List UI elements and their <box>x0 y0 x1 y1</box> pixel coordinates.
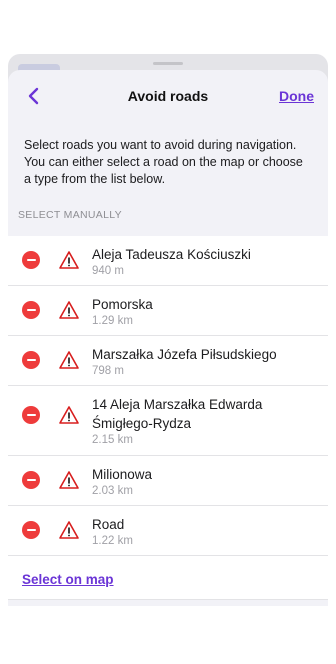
warning-triangle-icon <box>59 301 79 319</box>
road-row[interactable]: Milionowa 2.03 km <box>8 456 328 506</box>
road-name: Road <box>92 517 125 532</box>
warning-triangle-icon <box>59 351 79 369</box>
warning-triangle-icon <box>59 251 79 269</box>
row-icons <box>8 295 92 335</box>
road-row[interactable]: Aleja Tadeusza Kościuszki 940 m <box>8 236 328 286</box>
sheet-grabber[interactable] <box>153 62 183 65</box>
warning-triangle-icon <box>59 521 79 539</box>
road-row[interactable]: 14 Aleja Marszałka Edwarda Śmigłego-Rydz… <box>8 386 328 456</box>
row-icons <box>8 465 92 505</box>
description-text: Select roads you want to avoid during na… <box>24 138 303 186</box>
road-distance: 2.15 km <box>92 434 133 446</box>
road-name: Milionowa <box>92 467 153 482</box>
section-header: SELECT MANUALLY <box>18 209 122 221</box>
select-on-map-link[interactable]: Select on map <box>22 572 114 587</box>
done-button[interactable]: Done <box>279 88 314 104</box>
road-list: Aleja Tadeusza Kościuszki 940 m Pomorska 1.… <box>8 236 328 556</box>
nav-bar: Avoid roads Done <box>8 70 328 122</box>
road-name: Marszałka Józefa Piłsudskiego <box>92 347 277 362</box>
road-row[interactable]: Road 1.22 km <box>8 506 328 556</box>
road-text: 14 Aleja Marszałka Edwarda Śmigłego-Rydz… <box>92 395 328 448</box>
road-row[interactable]: Marszałka Józefa Piłsudskiego 798 m <box>8 336 328 386</box>
row-icons <box>8 395 92 455</box>
row-icons <box>8 345 92 385</box>
minus-circle-icon[interactable] <box>22 351 40 369</box>
warning-triangle-icon <box>59 471 79 489</box>
minus-circle-icon[interactable] <box>22 521 40 539</box>
road-distance: 2.03 km <box>92 485 133 497</box>
minus-circle-icon[interactable] <box>22 251 40 269</box>
road-row[interactable]: Pomorska 1.29 km <box>8 286 328 336</box>
road-text: Aleja Tadeusza Kościuszki 940 m <box>92 245 328 279</box>
road-name: Aleja Tadeusza Kościuszki <box>92 247 251 262</box>
row-icons <box>8 245 92 285</box>
road-text: Milionowa 2.03 km <box>92 465 328 499</box>
road-distance: 940 m <box>92 265 124 277</box>
road-text: Marszałka Józefa Piłsudskiego 798 m <box>92 345 328 379</box>
warning-triangle-icon <box>59 406 79 424</box>
road-name: 14 Aleja Marszałka Edwarda Śmigłego-Rydz… <box>92 397 263 431</box>
road-text: Road 1.22 km <box>92 515 328 549</box>
avoid-roads-sheet: Avoid roads Done Select roads you want t… <box>8 70 328 606</box>
road-distance: 1.29 km <box>92 315 133 327</box>
minus-circle-icon[interactable] <box>22 406 40 424</box>
row-icons <box>8 515 92 555</box>
footer: Select on map <box>8 556 328 600</box>
minus-circle-icon[interactable] <box>22 301 40 319</box>
road-distance: 1.22 km <box>92 535 133 547</box>
road-text: Pomorska 1.29 km <box>92 295 328 329</box>
road-name: Pomorska <box>92 297 153 312</box>
road-distance: 798 m <box>92 365 124 377</box>
minus-circle-icon[interactable] <box>22 471 40 489</box>
